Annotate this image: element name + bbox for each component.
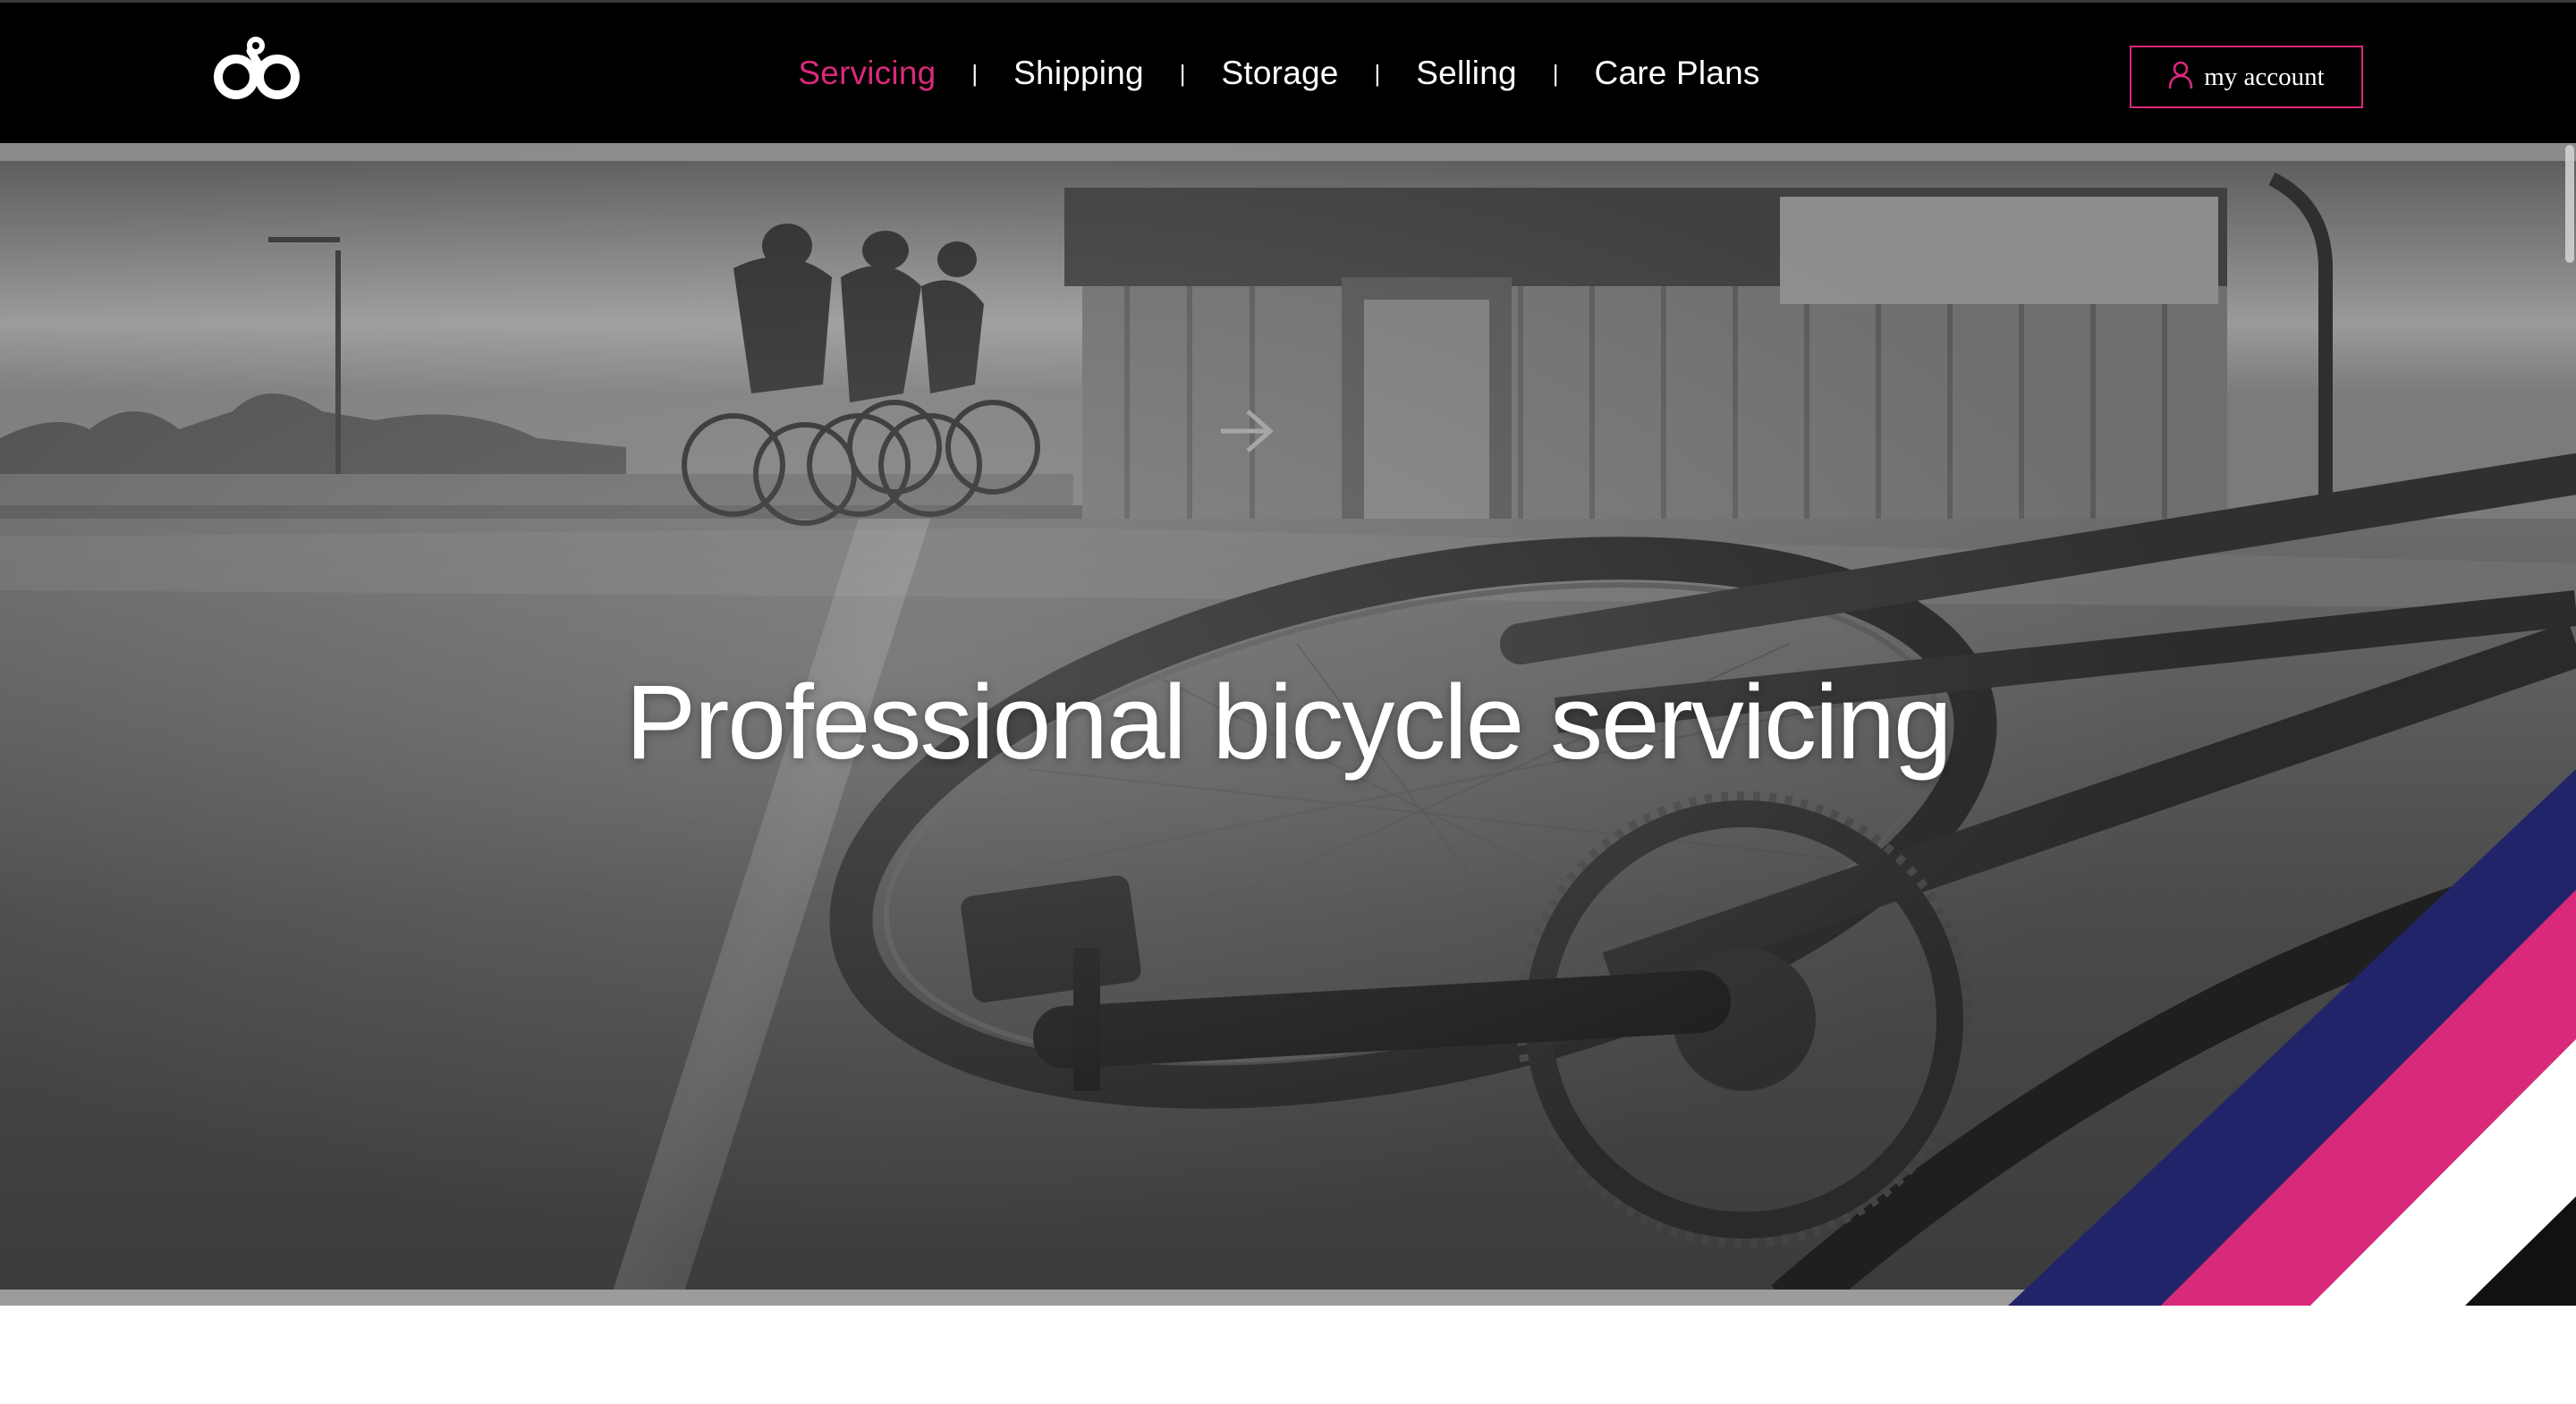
user-icon (2168, 61, 2193, 89)
scrollbar-thumb[interactable] (2565, 145, 2574, 263)
nav-link-storage[interactable]: Storage (1222, 55, 1339, 92)
nav-link-shipping[interactable]: Shipping (1013, 55, 1144, 92)
nav-list: Servicing | Shipping | Storage | Selling | Care … (798, 55, 1759, 92)
nav-link-selling[interactable]: Selling (1416, 55, 1516, 92)
my-account-button[interactable]: my account (2130, 46, 2363, 108)
hero-banner: Professional bicycle servicing (0, 143, 2576, 1306)
my-account-label: my account (2204, 62, 2325, 91)
nav-separator: | (971, 60, 979, 87)
nav-separator: | (1179, 60, 1186, 87)
nav-link-servicing[interactable]: Servicing (798, 55, 936, 92)
below-fold-area (0, 1306, 2576, 1404)
nav-separator: | (1552, 60, 1559, 87)
site-header: Servicing | Shipping | Storage | Selling | Care … (0, 0, 2576, 143)
nav-link-care-plans[interactable]: Care Plans (1595, 55, 1760, 92)
hero-headline: Professional bicycle servicing (625, 664, 1952, 782)
nav-separator: | (1374, 60, 1381, 87)
